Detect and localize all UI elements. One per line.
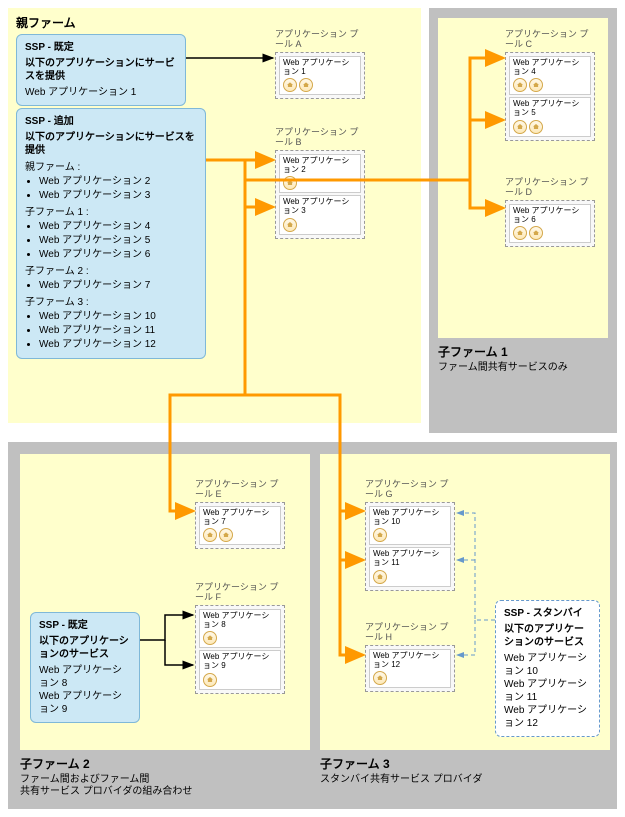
home-icon xyxy=(283,218,297,232)
home-icon xyxy=(373,671,387,685)
parent-farm-title: 親ファーム xyxy=(16,14,76,31)
home-icon xyxy=(203,673,217,687)
home-icon xyxy=(373,528,387,542)
pool-h: アプリケーション プール H Web アプリケーション 12 xyxy=(365,623,455,692)
home-icon xyxy=(373,570,387,584)
pool-c: アプリケーション プール C Web アプリケーション 4 Web アプリケーシ… xyxy=(505,30,595,141)
home-icon xyxy=(299,78,313,92)
child-farm-3-sub: スタンバイ共有サービス プロバイダ xyxy=(320,770,482,785)
ssp-default-child2: SSP - 既定 以下のアプリケーションのサービス Web アプリケーション 8… xyxy=(30,612,140,723)
ssp-default-parent: SSP - 既定 以下のアプリケーションにサービスを提供 Web アプリケーショ… xyxy=(16,34,186,106)
pool-g: アプリケーション プール G Web アプリケーション 10 Web アプリケー… xyxy=(365,480,455,591)
home-icon xyxy=(283,78,297,92)
home-icon xyxy=(529,226,543,240)
ssp-standby-child3: SSP - スタンバイ 以下のアプリケーションのサービス Web アプリケーショ… xyxy=(495,600,600,737)
child-farm-1-sub: ファーム間共有サービスのみ xyxy=(438,358,568,373)
child-farm-2-sub2: 共有サービス プロバイダの組み合わせ xyxy=(20,782,192,797)
home-icon xyxy=(219,528,233,542)
home-icon xyxy=(513,226,527,240)
ssp-app-item: Web アプリケーション 1 xyxy=(25,86,177,99)
home-icon xyxy=(513,120,527,134)
home-icon xyxy=(203,631,217,645)
home-icon xyxy=(203,528,217,542)
ssp-add-parent: SSP - 追加 以下のアプリケーションにサービスを提供 親ファーム : Web… xyxy=(16,108,206,359)
pool-b: アプリケーション プール B Web アプリケーション 2 Web アプリケーシ… xyxy=(275,128,365,239)
pool-f: アプリケーション プール F Web アプリケーション 8 Web アプリケーシ… xyxy=(195,583,285,694)
home-icon xyxy=(513,78,527,92)
pool-e: アプリケーション プール E Web アプリケーション 7 xyxy=(195,480,285,549)
pool-a: アプリケーション プール A Web アプリケーション 1 xyxy=(275,30,365,99)
home-icon xyxy=(283,176,297,190)
home-icon xyxy=(529,78,543,92)
home-icon xyxy=(529,120,543,134)
pool-d: アプリケーション プール D Web アプリケーション 6 xyxy=(505,178,595,247)
